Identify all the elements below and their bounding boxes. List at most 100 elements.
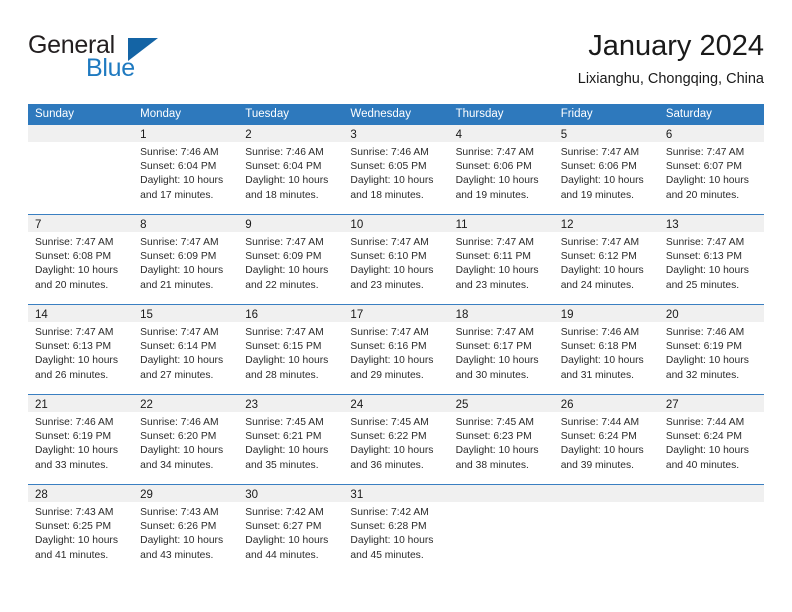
calendar-day-cell[interactable]: 4 Sunrise: 7:47 AM Sunset: 6:06 PM Daylight… (448, 125, 554, 214)
calendar-grid: Sunday Monday Tuesday Wednesday Thursday Frid… (28, 104, 764, 574)
general-blue-logo[interactable]: General Blue (28, 30, 258, 92)
day-detail-line: Daylight: 10 hours (560, 355, 644, 367)
day-number-band (448, 485, 554, 502)
calendar-day-cell[interactable]: 15 Sunrise: 7:47 AM Sunset: 6:14 PM Dayligh… (133, 305, 239, 394)
calendar-week-row: 7 Sunrise: 7:47 AM Sunset: 6:08 PM Daylight… (28, 214, 764, 304)
day-detail-text (554, 502, 659, 506)
calendar-day-cell[interactable]: 28 Sunrise: 7:43 AM Sunset: 6:25 PM Dayligh… (28, 485, 134, 574)
day-detail-line: Daylight: 10 hours (245, 175, 329, 187)
day-number-band: 23 (238, 395, 344, 412)
day-detail-line: Daylight: 10 hours (560, 175, 644, 187)
day-detail-line: Sunrise: 7:43 AM (140, 507, 219, 518)
day-detail-line: and 44 minutes. (245, 549, 319, 561)
day-detail-line: Sunrise: 7:46 AM (560, 327, 640, 338)
day-detail-line: Daylight: 10 hours (665, 355, 749, 367)
day-detail-line: and 24 minutes. (560, 279, 634, 291)
day-detail-text: Sunrise: 7:47 AM Sunset: 6:08 PM Daylight:… (28, 232, 133, 293)
calendar-day-cell[interactable]: 19 Sunrise: 7:46 AM Sunset: 6:18 PM Dayligh… (553, 305, 659, 394)
calendar-week-row: 14 Sunrise: 7:47 AM Sunset: 6:13 PM Dayligh… (28, 304, 764, 394)
weekday-header-sunday: Sunday (35, 108, 75, 120)
calendar-day-cell[interactable]: 1 Sunrise: 7:46 AM Sunset: 6:04 PM Daylight… (133, 125, 239, 214)
day-detail-text: Sunrise: 7:47 AM Sunset: 6:16 PM Daylight:… (343, 322, 448, 383)
calendar-day-cell[interactable]: 11 Sunrise: 7:47 AM Sunset: 6:11 PM Dayligh… (448, 215, 554, 304)
day-number: 18 (455, 309, 469, 321)
day-number: 9 (245, 219, 252, 231)
weekday-header-friday: Friday (560, 108, 593, 120)
calendar-day-cell[interactable]: 24 Sunrise: 7:45 AM Sunset: 6:22 PM Dayligh… (343, 395, 449, 484)
title-block: January 2024 Lixianghu, Chongqing, China (578, 28, 764, 90)
day-detail-line: and 35 minutes. (245, 459, 319, 471)
weekday-header-saturday: Saturday (665, 108, 712, 120)
calendar-day-cell[interactable]: 10 Sunrise: 7:47 AM Sunset: 6:10 PM Dayligh… (343, 215, 449, 304)
day-detail-line: Sunrise: 7:47 AM (140, 237, 219, 248)
day-number-band: 2 (238, 125, 344, 142)
calendar-day-cell[interactable]: 12 Sunrise: 7:47 AM Sunset: 6:12 PM Dayligh… (553, 215, 659, 304)
calendar-day-cell[interactable]: 21 Sunrise: 7:46 AM Sunset: 6:19 PM Dayligh… (28, 395, 134, 484)
day-number: 5 (560, 129, 568, 141)
day-detail-line: Sunrise: 7:45 AM (350, 417, 429, 428)
calendar-day-cell[interactable]: 22 Sunrise: 7:46 AM Sunset: 6:20 PM Dayligh… (133, 395, 239, 484)
calendar-day-cell[interactable]: 2 Sunrise: 7:46 AM Sunset: 6:04 PM Daylight… (238, 125, 344, 214)
day-detail-line: Sunrise: 7:47 AM (350, 327, 429, 338)
day-number: 6 (665, 129, 673, 141)
day-detail-line: Sunrise: 7:47 AM (455, 327, 534, 338)
day-detail-line: Sunset: 6:20 PM (140, 431, 217, 443)
day-number: 28 (35, 489, 48, 501)
calendar-day-cell[interactable]: 3 Sunrise: 7:46 AM Sunset: 6:05 PM Daylight… (343, 125, 449, 214)
day-number: 12 (560, 219, 574, 231)
day-number-band: 18 (448, 305, 554, 322)
calendar-day-cell[interactable]: 18 Sunrise: 7:47 AM Sunset: 6:17 PM Dayligh… (448, 305, 554, 394)
day-detail-line: Daylight: 10 hours (35, 355, 118, 367)
calendar-day-cell[interactable]: 13 Sunrise: 7:47 AM Sunset: 6:13 PM Dayligh… (658, 215, 764, 304)
day-detail-text: Sunrise: 7:45 AM Sunset: 6:21 PM Daylight:… (238, 412, 343, 473)
page-subtitle-location: Lixianghu, Chongqing, China (577, 71, 764, 87)
day-number: 11 (455, 219, 468, 231)
calendar-day-cell[interactable]: 9 Sunrise: 7:47 AM Sunset: 6:09 PM Daylight… (238, 215, 344, 304)
day-detail-line: Sunset: 6:04 PM (140, 161, 217, 173)
day-detail-text: Sunrise: 7:47 AM Sunset: 6:06 PM Daylight:… (449, 142, 554, 203)
day-number: 27 (665, 399, 679, 411)
day-detail-line: Daylight: 10 hours (140, 175, 224, 187)
calendar-day-cell[interactable]: 31 Sunrise: 7:42 AM Sunset: 6:28 PM Dayligh… (343, 485, 449, 574)
day-number-band (28, 125, 134, 142)
day-number: 29 (140, 489, 153, 501)
calendar-day-cell[interactable]: 14 Sunrise: 7:47 AM Sunset: 6:13 PM Dayligh… (28, 305, 134, 394)
calendar-day-cell[interactable]: 5 Sunrise: 7:47 AM Sunset: 6:06 PM Daylight… (553, 125, 659, 214)
calendar-day-cell[interactable]: 6 Sunrise: 7:47 AM Sunset: 6:07 PM Daylight… (658, 125, 764, 214)
calendar-day-cell[interactable]: 20 Sunrise: 7:46 AM Sunset: 6:19 PM Dayligh… (658, 305, 764, 394)
day-detail-line: Sunrise: 7:46 AM (35, 417, 114, 428)
calendar-day-cell[interactable]: 23 Sunrise: 7:45 AM Sunset: 6:21 PM Dayligh… (238, 395, 344, 484)
day-detail-line: Sunset: 6:06 PM (560, 161, 637, 173)
day-detail-line: and 20 minutes. (35, 279, 109, 291)
day-detail-line: Sunrise: 7:46 AM (140, 147, 219, 158)
calendar-day-cell[interactable]: 26 Sunrise: 7:44 AM Sunset: 6:24 PM Dayligh… (553, 395, 659, 484)
day-detail-line: Daylight: 10 hours (665, 445, 749, 457)
day-detail-line: and 30 minutes. (455, 369, 529, 381)
day-detail-text: Sunrise: 7:46 AM Sunset: 6:19 PM Daylight:… (659, 322, 764, 383)
calendar-day-cell[interactable]: 16 Sunrise: 7:47 AM Sunset: 6:15 PM Dayligh… (238, 305, 344, 394)
day-detail-line: Sunset: 6:05 PM (350, 161, 427, 173)
day-detail-line: and 38 minutes. (455, 459, 529, 471)
calendar-day-cell[interactable]: 29 Sunrise: 7:43 AM Sunset: 6:26 PM Dayligh… (133, 485, 239, 574)
calendar-day-cell[interactable]: 27 Sunrise: 7:44 AM Sunset: 6:24 PM Dayligh… (658, 395, 764, 484)
calendar-day-cell[interactable]: 7 Sunrise: 7:47 AM Sunset: 6:08 PM Daylight… (28, 215, 134, 304)
day-detail-line: and 19 minutes. (560, 189, 634, 201)
day-number: 23 (245, 399, 259, 411)
calendar-day-cell[interactable]: 8 Sunrise: 7:47 AM Sunset: 6:09 PM Daylight… (133, 215, 239, 304)
day-number-band: 17 (343, 305, 449, 322)
day-detail-line: and 18 minutes. (245, 189, 319, 201)
day-number: 1 (140, 129, 147, 141)
day-detail-line: and 39 minutes. (560, 459, 634, 471)
logo-text-blue: Blue (86, 54, 135, 82)
day-detail-text: Sunrise: 7:43 AM Sunset: 6:25 PM Daylight:… (28, 502, 133, 563)
day-detail-line: Sunset: 6:10 PM (350, 251, 427, 263)
calendar-day-cell[interactable]: 25 Sunrise: 7:45 AM Sunset: 6:23 PM Dayligh… (448, 395, 554, 484)
day-detail-text: Sunrise: 7:47 AM Sunset: 6:06 PM Daylight:… (554, 142, 659, 203)
calendar-page: General Blue January 2024 Lixianghu, Cho… (0, 0, 792, 612)
day-detail-line: Daylight: 10 hours (350, 355, 434, 367)
calendar-day-cell[interactable]: 30 Sunrise: 7:42 AM Sunset: 6:27 PM Dayligh… (238, 485, 344, 574)
calendar-weeks: 1 Sunrise: 7:46 AM Sunset: 6:04 PM Daylight… (28, 125, 764, 574)
calendar-day-cell[interactable]: 17 Sunrise: 7:47 AM Sunset: 6:16 PM Dayligh… (343, 305, 449, 394)
day-detail-line: Sunset: 6:19 PM (35, 431, 112, 443)
day-detail-line: Sunset: 6:09 PM (245, 251, 322, 263)
